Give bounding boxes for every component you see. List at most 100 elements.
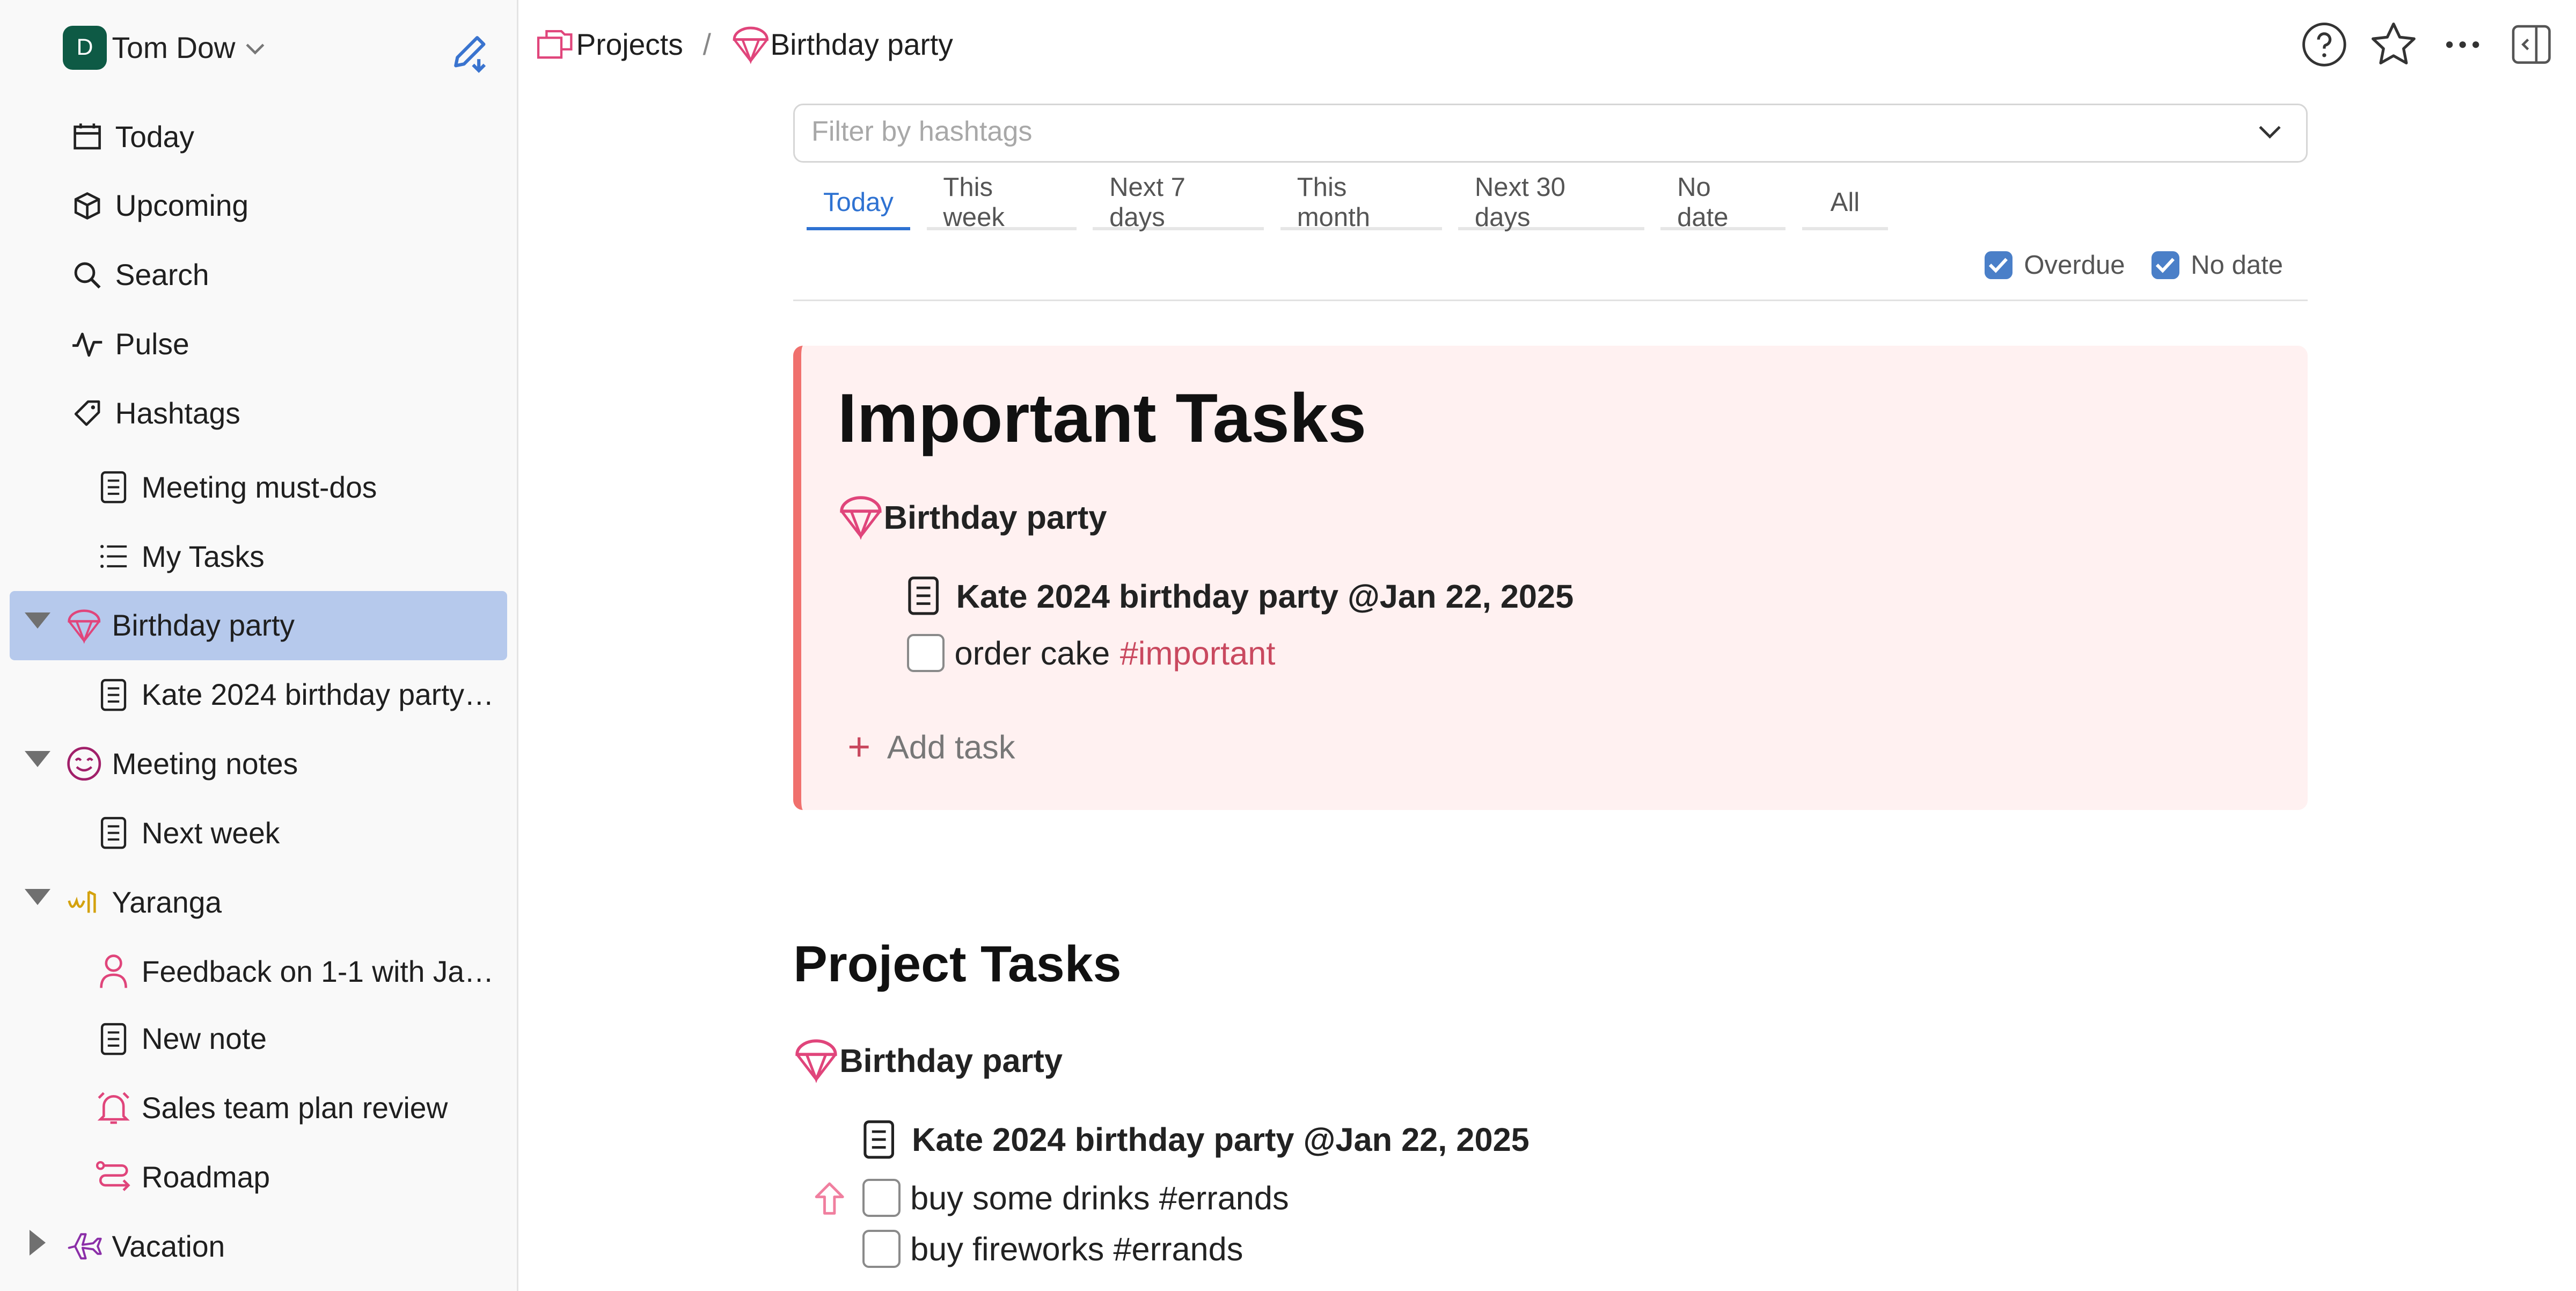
plane-icon bbox=[66, 1228, 102, 1264]
more-icon[interactable] bbox=[2434, 17, 2490, 72]
yaranga-icon bbox=[66, 884, 102, 920]
tab-next-7-days[interactable]: Next 7 days bbox=[1093, 173, 1264, 232]
search-icon bbox=[69, 257, 105, 293]
compose-icon[interactable] bbox=[449, 33, 492, 76]
sidebar-item-roadmap[interactable]: Roadmap bbox=[96, 1143, 270, 1212]
add-task-button[interactable]: + Add task bbox=[847, 724, 1015, 769]
calendar-icon bbox=[69, 119, 105, 155]
hashtag-important[interactable]: #important bbox=[1120, 634, 1276, 672]
sidebar-item-label: Kate 2024 birthday party… bbox=[141, 678, 494, 712]
sidebar-item-feedback[interactable]: Feedback on 1-1 with Ja… bbox=[96, 937, 494, 1006]
hashtag-filter[interactable] bbox=[793, 104, 2308, 163]
project-tasks-note[interactable]: Kate 2024 birthday party @Jan 22, 2025 bbox=[862, 1120, 1529, 1159]
sidebar-item-label: My Tasks bbox=[141, 539, 265, 573]
user-menu[interactable]: D Tom Dow bbox=[62, 25, 265, 71]
breadcrumb-current[interactable]: Birthday party bbox=[770, 27, 953, 62]
arrow-up-icon[interactable] bbox=[813, 1180, 846, 1216]
no-date-checkbox[interactable]: No date bbox=[2151, 250, 2283, 280]
sidebar-item-sales-review[interactable]: Sales team plan review bbox=[96, 1074, 448, 1143]
expand-toggle[interactable] bbox=[30, 1230, 46, 1256]
add-task-label: Add task bbox=[887, 728, 1015, 765]
nav-upcoming[interactable]: Upcoming bbox=[69, 171, 248, 240]
task-checkbox[interactable] bbox=[862, 1179, 901, 1217]
task-checkbox[interactable] bbox=[906, 634, 945, 672]
sidebar-item-meeting-must-dos[interactable]: Meeting must-dos bbox=[96, 453, 377, 522]
sidebar-item-kate-birthday[interactable]: Kate 2024 birthday party… bbox=[96, 660, 494, 730]
date-tabs: Today This week Next 7 days This month N… bbox=[806, 173, 1904, 232]
smile-icon bbox=[66, 746, 102, 782]
note-icon bbox=[96, 469, 131, 505]
task-text: buy fireworks #errands bbox=[910, 1230, 1243, 1268]
task-text: buy some drinks #errands bbox=[910, 1179, 1289, 1217]
nav-label: Search bbox=[115, 258, 209, 292]
help-icon[interactable] bbox=[2296, 17, 2352, 72]
breadcrumb-separator: / bbox=[702, 27, 711, 61]
sidebar-item-birthday-party[interactable]: Birthday party bbox=[66, 591, 295, 660]
nav-pulse[interactable]: Pulse bbox=[69, 310, 189, 379]
sidebar-item-next-week[interactable]: Next week bbox=[96, 799, 280, 868]
tab-this-week[interactable]: This week bbox=[926, 173, 1077, 232]
task-text: order cake bbox=[954, 634, 1110, 672]
nav-label: Pulse bbox=[115, 327, 189, 361]
tab-this-month[interactable]: This month bbox=[1280, 173, 1442, 232]
tab-all[interactable]: All bbox=[1802, 178, 1888, 231]
tab-next-30-days[interactable]: Next 30 days bbox=[1458, 173, 1644, 232]
nav-hashtags[interactable]: Hashtags bbox=[69, 378, 240, 448]
balloon-icon bbox=[795, 1039, 837, 1083]
sidebar-item-meeting-notes[interactable]: Meeting notes bbox=[66, 730, 298, 799]
project-tasks-project[interactable]: Birthday party bbox=[793, 1037, 1063, 1083]
tab-today[interactable]: Today bbox=[806, 178, 911, 231]
tab-no-date[interactable]: No date bbox=[1660, 173, 1786, 232]
note-icon bbox=[908, 577, 939, 615]
top-toolbar bbox=[2283, 17, 2559, 72]
alarm-icon bbox=[96, 1090, 131, 1126]
collapse-toggle[interactable] bbox=[25, 612, 50, 629]
sidebar-item-vacation[interactable]: Vacation bbox=[66, 1212, 225, 1281]
sidebar-item-label: Roadmap bbox=[141, 1160, 270, 1194]
note-icon bbox=[96, 815, 131, 851]
list-icon bbox=[96, 538, 131, 574]
important-tasks-card: Important Tasks Birthday party Kate 2024… bbox=[793, 346, 2308, 810]
project-label: Birthday party bbox=[883, 498, 1107, 536]
balloon-icon bbox=[66, 608, 102, 644]
sidebar-item-new-note[interactable]: New note bbox=[96, 1004, 267, 1074]
nav-today[interactable]: Today bbox=[69, 102, 194, 171]
sidebar-item-my-tasks[interactable]: My Tasks bbox=[96, 522, 265, 591]
filter-checks: Overdue No date bbox=[1958, 247, 2283, 283]
sidebar-item-label: New note bbox=[141, 1022, 267, 1056]
collapse-toggle[interactable] bbox=[25, 750, 50, 767]
sidebar-toggle-icon[interactable] bbox=[2504, 17, 2559, 72]
project-label: Birthday party bbox=[839, 1041, 1063, 1079]
task-buy-drinks: buy some drinks #errands bbox=[862, 1179, 1289, 1217]
important-project[interactable]: Birthday party bbox=[838, 494, 1107, 540]
collapse-toggle[interactable] bbox=[25, 889, 50, 905]
hashtag-filter-input[interactable] bbox=[795, 105, 2227, 158]
sidebar-item-label: Meeting notes bbox=[112, 747, 298, 781]
overdue-checkbox[interactable]: Overdue bbox=[1984, 250, 2125, 280]
upcoming-icon bbox=[69, 188, 105, 224]
breadcrumb: Projects / Birthday party bbox=[537, 17, 953, 72]
task-order-cake: order cake #important bbox=[906, 634, 1276, 672]
chevron-down-icon bbox=[246, 43, 265, 55]
projects-icon bbox=[537, 30, 573, 59]
app-window: D Tom Dow Today Upcoming Search Pulse Ha… bbox=[0, 0, 2576, 1291]
star-icon[interactable] bbox=[2365, 17, 2421, 72]
tag-icon bbox=[69, 395, 105, 431]
sidebar-item-label: Birthday party bbox=[112, 609, 295, 643]
sidebar-item-label: Yaranga bbox=[112, 885, 222, 919]
sidebar-item-label: Next week bbox=[141, 816, 280, 850]
chevron-down-icon[interactable] bbox=[2257, 119, 2283, 145]
task-checkbox[interactable] bbox=[862, 1230, 901, 1268]
important-title: Important Tasks bbox=[837, 380, 1367, 457]
nav-search[interactable]: Search bbox=[69, 240, 209, 310]
important-note[interactable]: Kate 2024 birthday party @Jan 22, 2025 bbox=[907, 576, 1574, 616]
sidebar-item-yaranga[interactable]: Yaranga bbox=[66, 867, 222, 937]
sidebar-item-label: Feedback on 1-1 with Ja… bbox=[141, 954, 494, 988]
route-icon bbox=[96, 1159, 131, 1195]
project-tasks-title: Project Tasks bbox=[793, 936, 1122, 993]
balloon-icon bbox=[840, 496, 882, 540]
plus-icon: + bbox=[847, 724, 871, 769]
person-icon bbox=[96, 953, 131, 989]
user-name: Tom Dow bbox=[112, 31, 236, 64]
breadcrumb-projects[interactable]: Projects bbox=[576, 27, 683, 62]
